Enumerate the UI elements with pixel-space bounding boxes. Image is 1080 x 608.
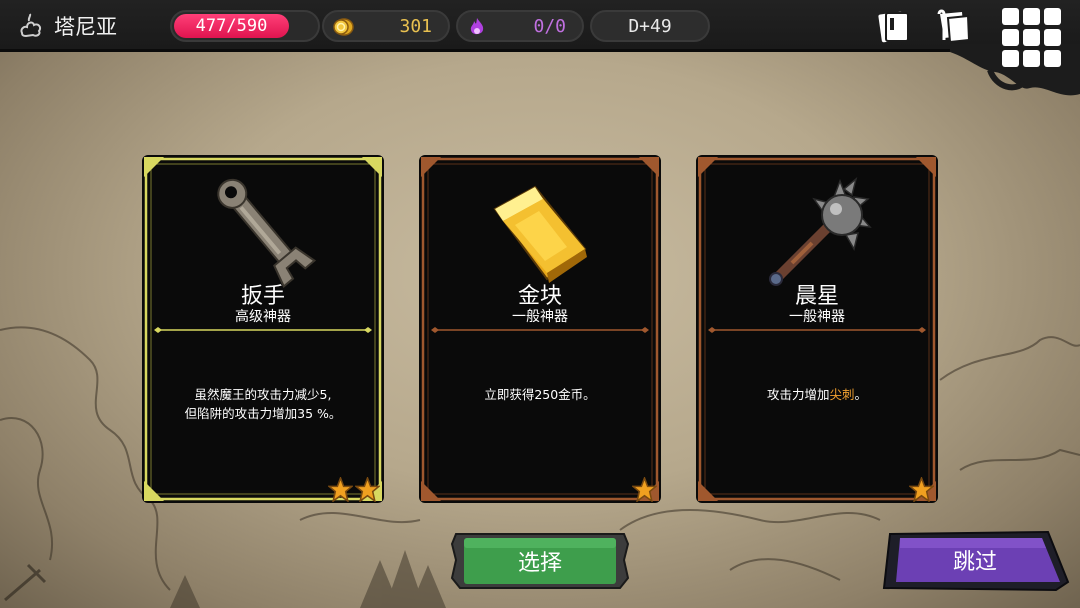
rarity-stars [328,477,380,502]
card-desc-text: 攻击力增加 [766,387,830,402]
card-divider [708,327,926,333]
card-desc-line-1: 立即获得250金币。 [484,387,596,402]
menu-grid-icon[interactable] [998,4,1066,72]
artifact-card-gold-bar[interactable]: 金块 一般神器 立即获得250金币。 [419,155,661,503]
day-value: D+49 [628,15,672,37]
hp-value: 477/590 [195,16,268,36]
card-rarity: 一般神器 [789,309,845,325]
card-rarity: 一般神器 [512,309,568,325]
gold-bar-icon [493,185,587,283]
location: 塔尼亚 [18,10,117,42]
poison-cloud-icon [20,13,42,38]
card-desc-line-1: 虽然魔王的攻击力减少5, [194,387,332,402]
gold-coin-icon [333,18,354,36]
morning-star-icon [769,176,872,286]
location-name: 塔尼亚 [54,15,117,39]
card-desc-line-2: 但陷阱的攻击力增加35 %。 [184,406,342,421]
gold-value: 301 [399,15,432,37]
keyword-spikes: 尖刺 [829,387,855,402]
star-icon [632,477,657,502]
card-rarity: 高级神器 [235,309,291,325]
hp-bar: 477/590 [170,10,320,42]
map-scroll-icon[interactable] [934,6,974,46]
artifact-card-morning-star[interactable]: 晨星 一般神器 攻击力增加尖刺。 [696,155,938,503]
wrench-icon [217,178,317,288]
select-button[interactable]: 选择 [450,530,630,592]
hp-fill: 477/590 [174,14,290,38]
card-description: 攻击力增加尖刺。 [710,385,924,404]
card-description: 立即获得250金币。 [433,385,647,404]
day-counter: D+49 [590,10,710,42]
rarity-stars [909,477,934,502]
card-description: 虽然魔王的攻击力减少5, 但陷阱的攻击力增加35 %。 [156,385,370,423]
mana-value: 0/0 [533,15,566,37]
select-button-label: 选择 [517,551,562,576]
rarity-stars [632,477,657,502]
mana-counter: 0/0 [456,10,584,42]
artifact-card-wrench[interactable]: 扳手 高级神器 虽然魔王的攻击力减少5, 但陷阱的攻击力增加35 %。 [142,155,384,503]
deck-icon[interactable] [874,6,914,46]
star-icon [355,477,380,502]
card-divider [154,327,372,333]
skip-button-label: 跳过 [952,550,997,575]
gold-counter: 301 [322,10,450,42]
star-icon [328,477,353,502]
card-desc-end: 。 [854,387,868,402]
skip-button[interactable]: 跳过 [880,528,1070,592]
star-icon [909,477,934,502]
card-divider [431,327,649,333]
soul-flame-icon [470,18,484,35]
